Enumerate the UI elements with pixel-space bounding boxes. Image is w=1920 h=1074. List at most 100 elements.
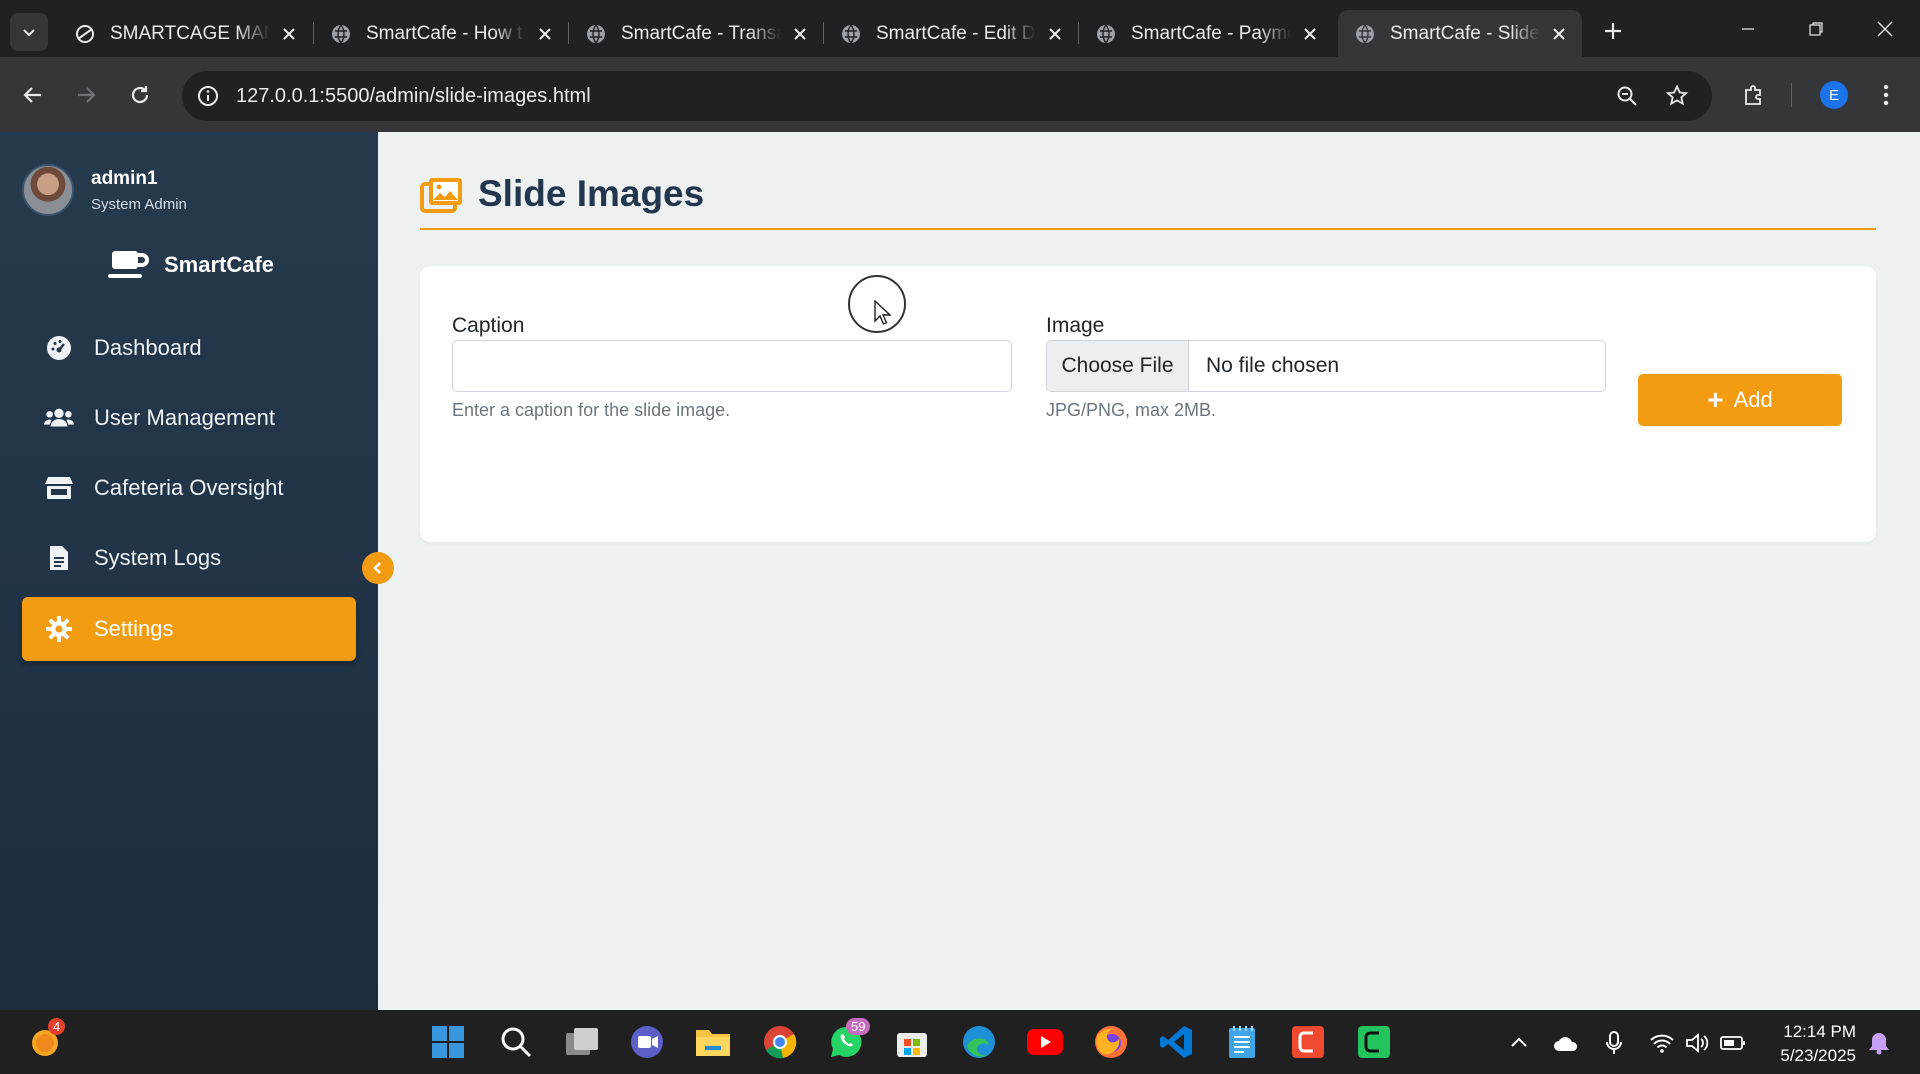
- video-call-icon: [631, 1026, 663, 1058]
- app-icon: [1292, 1026, 1324, 1058]
- add-button[interactable]: + Add: [1638, 374, 1842, 426]
- volume-tray[interactable]: [1684, 1030, 1710, 1056]
- arrow-right-icon: [78, 87, 96, 103]
- mouse-pointer-icon: [874, 300, 892, 325]
- zoom-button[interactable]: [1612, 81, 1642, 111]
- browser-menu-button[interactable]: [1868, 77, 1904, 113]
- weather-widget[interactable]: 4: [28, 1018, 66, 1060]
- taskbar-app-red[interactable]: [1290, 1024, 1326, 1060]
- browser-tab[interactable]: SmartCafe - Transa: [569, 10, 819, 57]
- search-button[interactable]: [498, 1024, 534, 1060]
- restore-button[interactable]: [1801, 14, 1831, 44]
- close-tab-icon[interactable]: [278, 23, 300, 45]
- close-tab-icon[interactable]: [1548, 23, 1570, 45]
- extensions-button[interactable]: [1736, 77, 1772, 113]
- taskbar-app-edge[interactable]: [961, 1024, 997, 1060]
- plus-icon: +: [1707, 384, 1724, 415]
- chevron-down-icon: [23, 29, 35, 37]
- browser-toolbar: 127.0.0.1:5500/admin/slide-images.html E: [0, 57, 1920, 132]
- site-info-icon[interactable]: [196, 84, 220, 108]
- close-tab-icon[interactable]: [534, 23, 556, 45]
- taskbar-app-youtube[interactable]: [1027, 1024, 1063, 1060]
- slide-image-form-card: Caption Enter a caption for the slide im…: [420, 266, 1876, 542]
- show-hidden-icons-button[interactable]: [1506, 1030, 1532, 1056]
- user-name: admin1: [91, 167, 158, 189]
- url-text[interactable]: 127.0.0.1:5500/admin/slide-images.html: [236, 85, 591, 108]
- taskbar-app-meet[interactable]: [629, 1024, 665, 1060]
- bookmark-button[interactable]: [1662, 81, 1692, 111]
- globe-icon: [1097, 24, 1115, 43]
- browser-tab[interactable]: SmartCafe - Edit D: [824, 10, 1074, 57]
- tab-search-button[interactable]: [10, 13, 48, 51]
- bell-icon: [1869, 1033, 1889, 1055]
- new-tab-button[interactable]: [1598, 16, 1628, 46]
- caption-input[interactable]: [452, 340, 1012, 392]
- taskbar-app-store[interactable]: [894, 1024, 930, 1060]
- image-file-input[interactable]: Choose File No file chosen: [1046, 340, 1606, 392]
- store-bag-icon: [897, 1033, 927, 1057]
- page-title: Slide Images: [478, 173, 705, 214]
- browser-tab[interactable]: SmartCafe - Payme: [1079, 10, 1329, 57]
- close-window-button[interactable]: [1870, 14, 1900, 44]
- sidebar-item-dashboard[interactable]: Dashboard: [22, 316, 356, 380]
- taskbar-app-notepad[interactable]: [1224, 1024, 1260, 1060]
- globe-icon: [332, 24, 350, 43]
- sidebar-item-settings[interactable]: Settings: [22, 597, 356, 661]
- forward-button[interactable]: [68, 77, 104, 113]
- edge-icon: [963, 1026, 995, 1058]
- taskbar-app-vscode[interactable]: [1158, 1024, 1194, 1060]
- image-hint: JPG/PNG, max 2MB.: [1046, 400, 1217, 420]
- browser-tab-active[interactable]: SmartCafe - Slide I: [1338, 10, 1582, 57]
- sidebar-item-cafeteria-oversight[interactable]: Cafeteria Oversight: [22, 456, 356, 520]
- tab-title: SmartCafe - Payme: [1131, 22, 1291, 44]
- globe-icon: [842, 24, 860, 43]
- battery-tray[interactable]: [1720, 1030, 1746, 1056]
- sidebar-item-label: Settings: [94, 616, 174, 641]
- user-role: System Admin: [91, 195, 187, 213]
- microphone-icon: [1606, 1031, 1622, 1054]
- notifications-button[interactable]: [1866, 1030, 1892, 1056]
- choose-file-button[interactable]: Choose File: [1047, 341, 1189, 391]
- dashboard-icon: [44, 333, 74, 363]
- battery-icon: [1720, 1036, 1745, 1050]
- close-tab-icon[interactable]: [1299, 23, 1321, 45]
- taskbar-app-chrome[interactable]: [762, 1024, 798, 1060]
- taskbar-app-firefox[interactable]: [1093, 1024, 1129, 1060]
- close-tab-icon[interactable]: [1044, 23, 1066, 45]
- address-bar[interactable]: 127.0.0.1:5500/admin/slide-images.html: [182, 71, 1712, 121]
- gear-icon: [44, 614, 74, 644]
- profile-avatar[interactable]: E: [1820, 81, 1848, 109]
- store-icon: [44, 473, 74, 503]
- start-button[interactable]: [430, 1024, 466, 1060]
- back-button[interactable]: [15, 77, 51, 113]
- microphone-tray[interactable]: [1601, 1030, 1627, 1056]
- brand-name: SmartCafe: [164, 252, 275, 277]
- wifi-tray[interactable]: [1649, 1030, 1675, 1056]
- taskbar-app-file-explorer[interactable]: [695, 1024, 731, 1060]
- system-clock[interactable]: 12:14 PM 5/23/2025: [1770, 1020, 1856, 1068]
- onedrive-tray[interactable]: [1553, 1030, 1579, 1056]
- images-icon: [420, 178, 462, 213]
- minimize-button[interactable]: [1733, 14, 1763, 44]
- file-icon: [44, 543, 74, 573]
- browser-tab-strip: SMARTCAGE MAN SmartCafe - How t SmartCaf…: [0, 0, 1920, 57]
- restore-icon: [1809, 22, 1823, 36]
- clock-date: 5/23/2025: [1780, 1046, 1856, 1065]
- sidebar-collapse-button[interactable]: [362, 552, 394, 584]
- plus-icon: [1605, 23, 1621, 39]
- sidebar-item-user-management[interactable]: User Management: [22, 386, 356, 450]
- chevron-left-icon: [373, 562, 381, 574]
- sidebar-item-label: Dashboard: [94, 335, 202, 360]
- sidebar-item-system-logs[interactable]: System Logs: [22, 526, 356, 590]
- taskbar-app-green[interactable]: [1356, 1024, 1392, 1060]
- taskbar-app-whatsapp[interactable]: 59: [828, 1018, 871, 1060]
- task-view-button[interactable]: [564, 1024, 600, 1060]
- browser-tab[interactable]: SmartCafe - How t: [314, 10, 564, 57]
- sidebar-item-label: Cafeteria Oversight: [94, 475, 284, 500]
- close-tab-icon[interactable]: [789, 23, 811, 45]
- reload-button[interactable]: [122, 77, 158, 113]
- browser-tab[interactable]: SMARTCAGE MAN: [58, 10, 308, 57]
- speaker-icon: [1686, 1033, 1709, 1053]
- puzzle-icon: [1745, 85, 1761, 105]
- chevron-up-icon: [1511, 1037, 1527, 1047]
